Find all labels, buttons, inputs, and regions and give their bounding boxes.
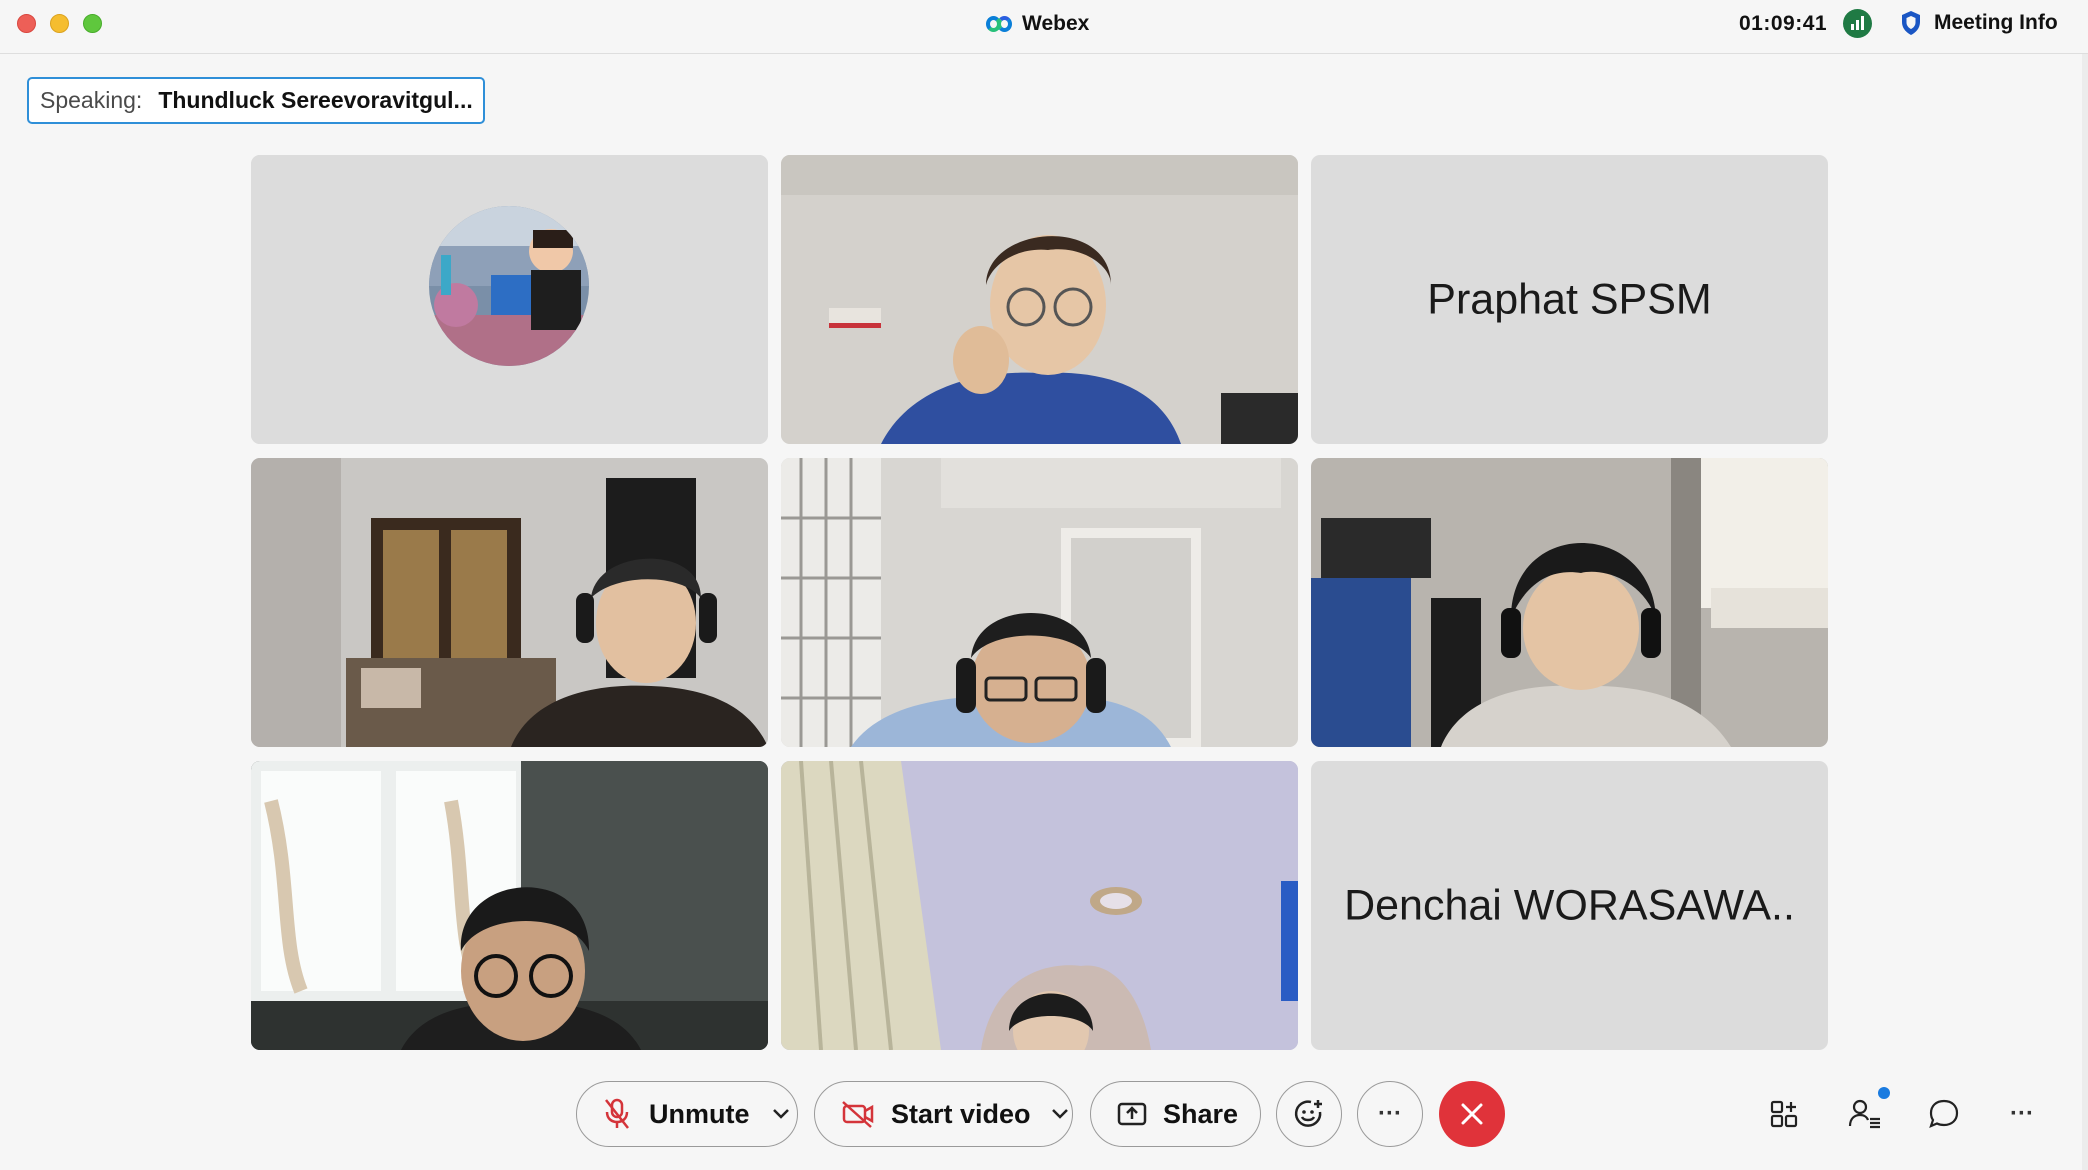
meeting-timer: 01:09:41 (1739, 12, 1828, 35)
end-call-icon (1461, 1103, 1483, 1125)
chat-button[interactable] (1926, 1096, 1962, 1132)
video-off-icon (842, 1101, 874, 1128)
window-minimize-button[interactable] (50, 14, 69, 33)
meeting-info-label: Meeting Info (1934, 11, 2058, 34)
start-video-button[interactable]: Start video (814, 1081, 1073, 1147)
reaction-smile-icon (1294, 1100, 1322, 1127)
unmute-button[interactable]: Unmute (576, 1081, 798, 1147)
app-title: Webex (986, 12, 1089, 36)
participants-button[interactable] (1847, 1096, 1883, 1132)
overflow-menu-button[interactable]: ··· (2004, 1096, 2040, 1132)
window-close-button[interactable] (17, 14, 36, 33)
network-signal-icon[interactable] (1843, 9, 1872, 38)
participant-tile-3[interactable]: Praphat SPSM (1311, 155, 1828, 444)
participant-avatar (251, 155, 768, 444)
title-bar: Webex 01:09:41 Meeting Info (0, 0, 2088, 54)
participant-video (1311, 458, 1828, 747)
participant-tile-2[interactable] (781, 155, 1298, 444)
scrollbar[interactable] (2082, 54, 2088, 1170)
speaker-name: Thundluck Sereevoravitgul... (158, 87, 473, 113)
participants-icon (1848, 1099, 1880, 1129)
participant-video (781, 458, 1298, 747)
window-maximize-button[interactable] (83, 14, 102, 33)
participant-name: Praphat SPSM (1427, 275, 1712, 323)
participants-notification-badge (1878, 1087, 1890, 1099)
share-screen-icon (1117, 1102, 1147, 1126)
participant-tile-9[interactable]: Denchai WORASAWA.. (1311, 761, 1828, 1050)
participant-tile-8[interactable] (781, 761, 1298, 1050)
layout-grid-icon (1770, 1100, 1798, 1128)
mic-muted-icon (605, 1098, 629, 1129)
share-label: Share (1163, 1098, 1239, 1129)
participant-video (251, 458, 768, 747)
participant-tile-4[interactable] (251, 458, 768, 747)
share-button[interactable]: Share (1090, 1081, 1261, 1147)
participant-video (251, 761, 768, 1050)
app-title-text: Webex (1022, 12, 1090, 35)
participant-video (781, 155, 1298, 444)
meeting-info-button[interactable]: Meeting Info (1900, 10, 2058, 36)
participant-tile-5[interactable] (781, 458, 1298, 747)
active-speaker-indicator: Speaking: Thundluck Sereevoravitgul... (27, 77, 485, 124)
end-call-button[interactable] (1439, 1081, 1505, 1147)
chevron-down-icon[interactable] (1051, 1108, 1069, 1120)
participant-video (781, 761, 1298, 1050)
webex-logo-icon (986, 14, 1012, 34)
participant-tile-7[interactable] (251, 761, 768, 1050)
chat-icon (1929, 1099, 1959, 1128)
webex-window: Webex 01:09:41 Meeting Info Speaking: Th… (0, 0, 2088, 1170)
speaking-label: Speaking: (40, 87, 143, 113)
reactions-button[interactable] (1276, 1081, 1342, 1147)
more-options-button[interactable]: ··· (1357, 1081, 1423, 1147)
chevron-down-icon[interactable] (772, 1108, 790, 1120)
layout-button[interactable] (1766, 1096, 1802, 1132)
participant-tile-6[interactable] (1311, 458, 1828, 747)
overflow-menu-icon: ··· (2010, 1100, 2034, 1127)
unmute-label: Unmute (649, 1098, 750, 1129)
more-options-icon: ··· (1378, 1100, 1402, 1127)
participant-name: Denchai WORASAWA.. (1344, 881, 1795, 929)
start-video-label: Start video (891, 1098, 1031, 1129)
participant-tile-1[interactable] (251, 155, 768, 444)
security-shield-icon (1902, 11, 1920, 35)
